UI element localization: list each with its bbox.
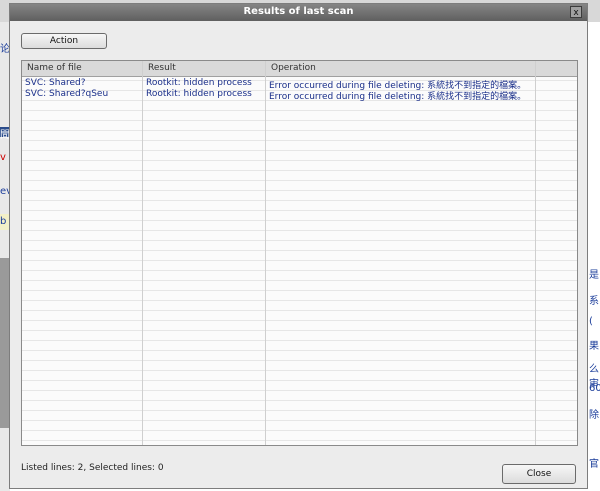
- dialog-title: Results of last scan: [243, 6, 354, 17]
- file-name-cell: SVC: Shared?qSeu: [25, 89, 109, 99]
- column-header-result[interactable]: Result: [148, 63, 176, 73]
- table-header: Name of file Result Operation: [22, 61, 577, 77]
- column-divider: [535, 61, 536, 445]
- table-row[interactable]: SVC: Shared? Rootkit: hidden process Err…: [22, 78, 577, 91]
- results-table[interactable]: Name of file Result Operation SVC: Share…: [21, 60, 578, 446]
- background-text: 官: [589, 459, 599, 470]
- column-divider: [142, 61, 143, 445]
- background-text: 60: [589, 383, 600, 394]
- background-text: 除: [589, 410, 599, 421]
- background-text: (: [589, 316, 593, 327]
- background-text: 是: [589, 270, 599, 281]
- scan-results-dialog: Results of last scan x Action Name of fi…: [9, 3, 588, 489]
- close-icon[interactable]: x: [570, 6, 582, 18]
- result-cell: Rootkit: hidden process: [146, 89, 252, 99]
- status-text: Listed lines: 2, Selected lines: 0: [21, 463, 164, 473]
- background-text: b: [0, 216, 7, 227]
- operation-cell: Error occurred during file deleting: 系統找…: [269, 92, 527, 102]
- background-text: 果: [589, 341, 599, 352]
- result-cell: Rootkit: hidden process: [146, 78, 252, 88]
- action-button[interactable]: Action: [21, 33, 107, 49]
- column-header-file[interactable]: Name of file: [27, 63, 82, 73]
- column-divider: [265, 61, 266, 445]
- file-name-cell: SVC: Shared?: [25, 78, 86, 88]
- column-header-operation[interactable]: Operation: [271, 63, 316, 73]
- dialog-titlebar[interactable]: Results of last scan x: [10, 4, 587, 21]
- background-text: v: [0, 152, 6, 163]
- table-row[interactable]: SVC: Shared?qSeu Rootkit: hidden process…: [22, 89, 577, 102]
- background-text: 系: [589, 296, 599, 307]
- close-button[interactable]: Close: [502, 464, 576, 484]
